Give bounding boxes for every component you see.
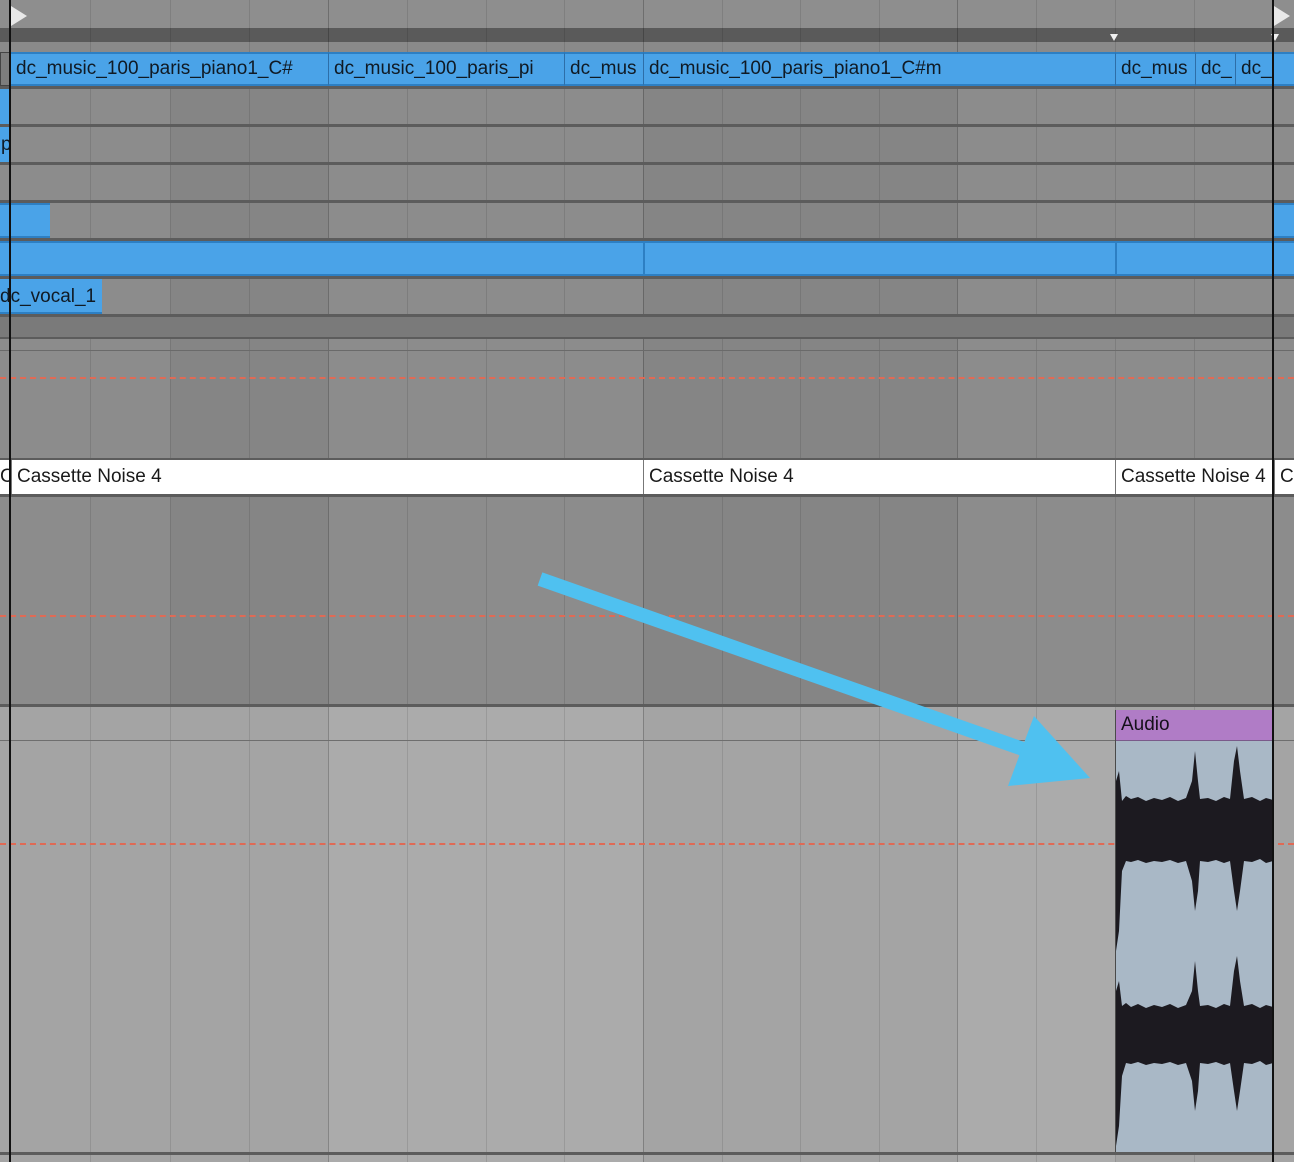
track-separator <box>0 337 1294 339</box>
music-clip[interactable]: dc_mus <box>564 52 643 86</box>
grid-line <box>722 0 723 1162</box>
grid-line <box>564 0 565 1162</box>
music-clip[interactable]: dc_ <box>1195 52 1235 86</box>
grid-line <box>879 0 880 1162</box>
bar-line <box>328 0 329 1162</box>
start-marker-icon[interactable] <box>11 6 27 26</box>
vocal-clip-label: dc_vocal_1 <box>0 286 97 307</box>
audio-clip[interactable]: Audio <box>1115 710 1273 1152</box>
automation-line <box>0 615 1294 617</box>
grid-line <box>249 0 250 1162</box>
marker-tick <box>1110 34 1118 41</box>
ruler-strip <box>0 28 1294 42</box>
track-separator <box>0 124 1294 127</box>
vocal-clip[interactable]: dc_vocal_1 <box>0 279 102 314</box>
audio-clip-body <box>1116 741 1273 1152</box>
grid-line <box>486 0 487 1162</box>
group-track-strip <box>0 317 1294 337</box>
grid-line <box>800 0 801 1162</box>
waveform-channel-right <box>1116 956 1273 1146</box>
music-clip[interactable]: dc_mus <box>1115 52 1195 86</box>
clip-long[interactable] <box>1115 241 1294 276</box>
grid-line <box>407 0 408 1162</box>
clip-long[interactable] <box>643 241 1115 276</box>
end-locator-line[interactable] <box>1272 0 1274 1162</box>
track-separator <box>0 740 1294 741</box>
grid-line <box>1036 0 1037 1162</box>
start-locator-line[interactable] <box>9 0 11 1162</box>
track-separator <box>0 494 1294 497</box>
bar-line <box>643 0 644 1162</box>
music-clip[interactable]: dc_music_100_paris_piano1_C#m <box>643 52 1115 86</box>
end-marker-icon[interactable] <box>1274 6 1290 26</box>
automation-line <box>0 843 1294 845</box>
grid-line <box>170 0 171 1162</box>
noise-clip[interactable]: Ca <box>1274 460 1294 494</box>
loop-ruler[interactable] <box>0 0 1294 28</box>
track-separator <box>0 276 1294 279</box>
clip-fragment[interactable] <box>1273 203 1294 238</box>
noise-clip[interactable]: Cassette Noise 4 <box>1115 460 1274 494</box>
music-clip[interactable]: dc_music_100_paris_piano1_C# <box>11 52 328 86</box>
audio-clip-label: Audio <box>1121 714 1170 735</box>
ruler-gap <box>0 42 1294 52</box>
noise-clip[interactable]: Cassette Noise 4 <box>643 460 1115 494</box>
track-separator <box>0 704 1294 707</box>
grid-line <box>90 0 91 1162</box>
waveform <box>1116 746 1273 1146</box>
clip-fragment[interactable] <box>0 203 50 238</box>
track-separator <box>0 86 1294 89</box>
audio-clip-header: Audio <box>1116 710 1273 741</box>
noise-clip[interactable]: Cassette Noise 4 <box>11 460 643 494</box>
music-clip[interactable]: dc_ <box>1235 52 1294 86</box>
waveform-channel-left <box>1116 746 1273 951</box>
track-separator <box>0 200 1294 203</box>
clip-long[interactable] <box>0 241 643 276</box>
bar-line <box>957 0 958 1162</box>
track-separator <box>0 350 1294 351</box>
music-clip[interactable]: dc_music_100_paris_pi <box>328 52 564 86</box>
automation-line <box>0 377 1294 379</box>
track-separator <box>0 1152 1294 1155</box>
track-separator <box>0 162 1294 165</box>
